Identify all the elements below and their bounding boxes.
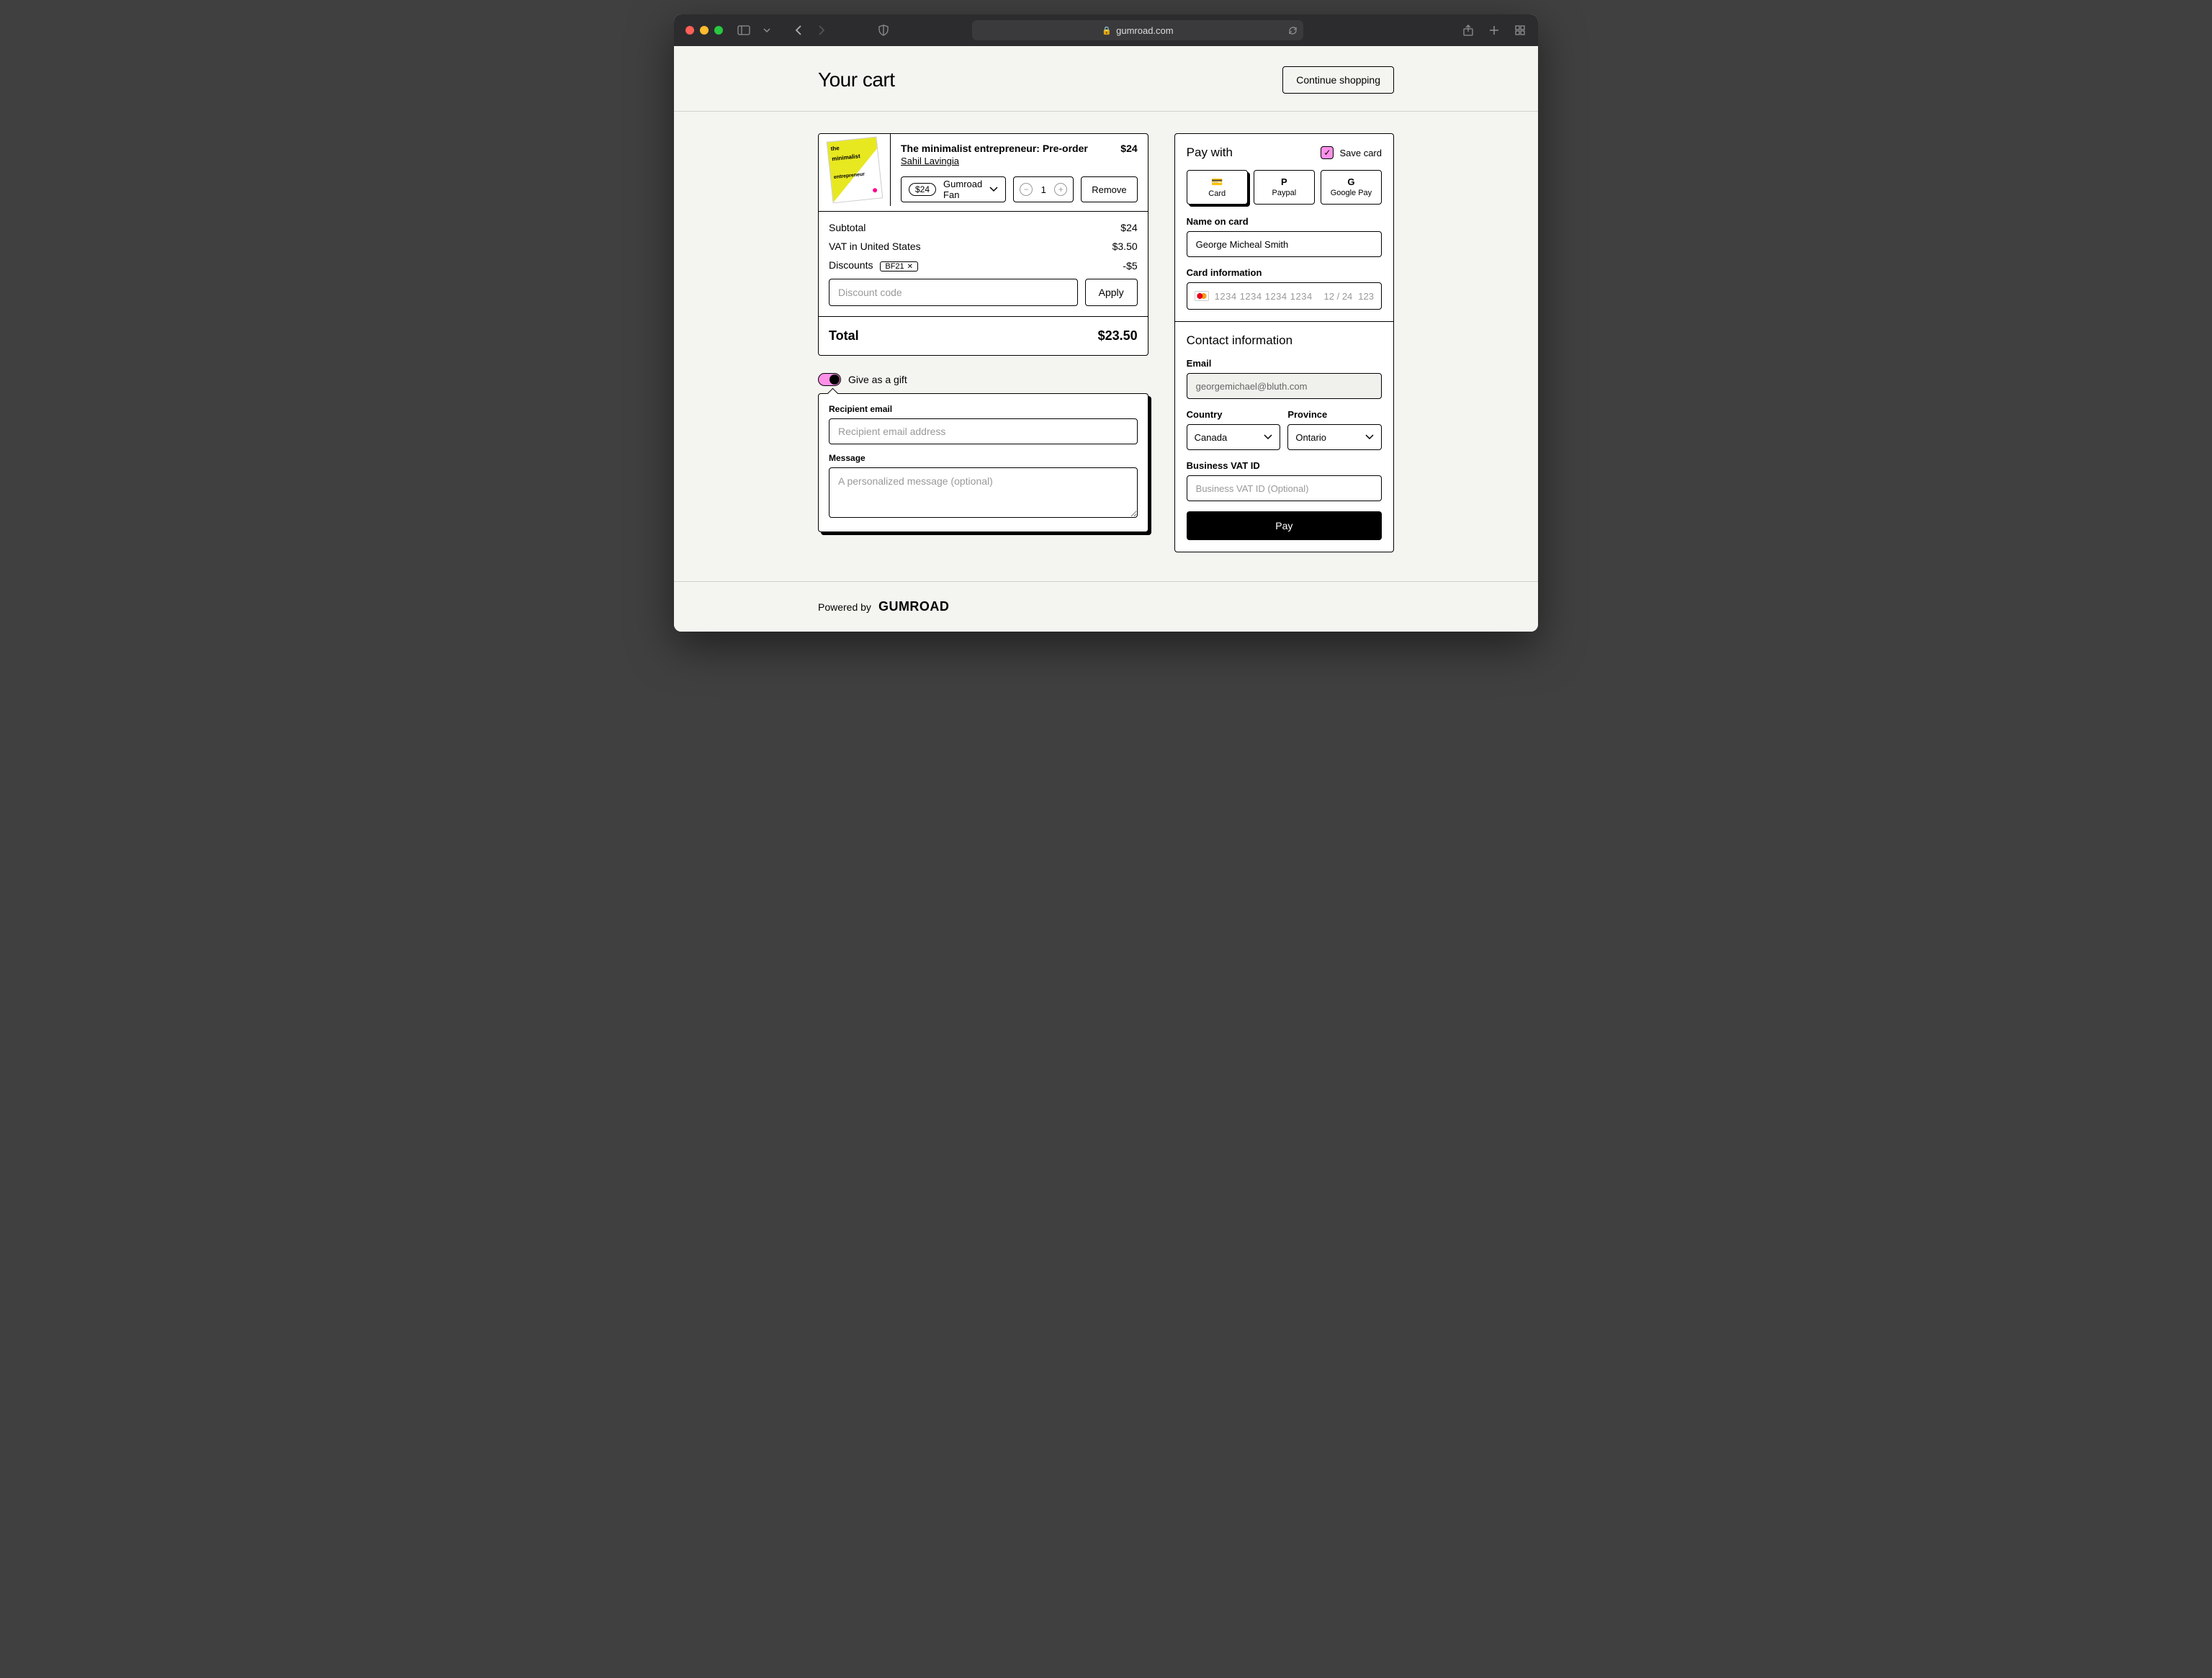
payment-method-google-pay[interactable]: G Google Pay	[1321, 170, 1382, 205]
page-title: Your cart	[818, 68, 895, 91]
cart-column: the minimalist entrepreneur The minimali…	[818, 133, 1148, 532]
traffic-lights	[685, 26, 723, 35]
country-label: Country	[1187, 409, 1281, 420]
card-number-row[interactable]: 1234 1234 1234 1234 12 / 24 123	[1187, 282, 1382, 310]
recipient-email-input[interactable]	[829, 418, 1138, 444]
cart-item: the minimalist entrepreneur The minimali…	[819, 134, 1148, 211]
name-on-card-label: Name on card	[1187, 216, 1382, 227]
payment-methods: 💳 Card P Paypal G Google Pay	[1187, 170, 1382, 205]
quantity-stepper: − 1 +	[1013, 176, 1074, 202]
country-select[interactable]: Canada	[1187, 424, 1281, 450]
apply-discount-button[interactable]: Apply	[1085, 279, 1138, 306]
subtotal-label: Subtotal	[829, 222, 866, 233]
close-window-button[interactable]	[685, 26, 694, 35]
pay-button[interactable]: Pay	[1187, 511, 1382, 540]
email-input[interactable]	[1187, 373, 1382, 399]
subtotal-value: $24	[1120, 222, 1137, 233]
titlebar: 🔒 gumroad.com	[674, 14, 1538, 46]
qty-minus-button[interactable]: −	[1020, 183, 1033, 196]
card-cvc: 123	[1358, 291, 1374, 302]
tabs-grid-icon[interactable]	[1514, 24, 1527, 37]
card-number: 1234 1234 1234 1234	[1215, 291, 1318, 302]
main-content: the minimalist entrepreneur The minimali…	[674, 112, 1538, 581]
checkout-card: Pay with ✓ Save card 💳 Card P	[1174, 133, 1394, 552]
remove-discount-icon[interactable]: ✕	[907, 263, 913, 271]
discount-value: -$5	[1123, 260, 1137, 272]
checkout-column: Pay with ✓ Save card 💳 Card P	[1174, 133, 1394, 552]
maximize-window-button[interactable]	[714, 26, 723, 35]
gift-message-label: Message	[829, 453, 1138, 463]
name-on-card-input[interactable]	[1187, 231, 1382, 257]
save-card-label: Save card	[1339, 148, 1382, 158]
totals-section: Subtotal $24 VAT in United States $3.50 …	[819, 211, 1148, 316]
share-icon[interactable]	[1462, 24, 1475, 37]
item-info: The minimalist entrepreneur: Pre-order $…	[891, 134, 1148, 211]
new-tab-icon[interactable]	[1488, 24, 1501, 37]
discount-tag: BF21 ✕	[880, 261, 918, 272]
privacy-shield-icon[interactable]	[877, 24, 890, 37]
gift-toggle[interactable]	[818, 373, 841, 386]
card-icon: 💳	[1190, 176, 1244, 188]
payment-method-paypal[interactable]: P Paypal	[1254, 170, 1315, 205]
lock-icon: 🔒	[1102, 26, 1112, 35]
url-bar[interactable]: 🔒 gumroad.com	[972, 20, 1303, 40]
save-card-checkbox[interactable]: ✓	[1321, 146, 1334, 159]
footer: Powered by GUMROAD	[674, 581, 1538, 632]
discount-code-input[interactable]	[829, 279, 1078, 306]
gift-message-input[interactable]	[829, 467, 1138, 518]
continue-shopping-button[interactable]: Continue shopping	[1282, 66, 1394, 94]
chevron-down-icon[interactable]	[760, 24, 773, 37]
total-value: $23.50	[1098, 328, 1138, 344]
vat-id-label: Business VAT ID	[1187, 460, 1382, 471]
province-select[interactable]: Ontario	[1287, 424, 1382, 450]
book-cover-icon: the minimalist entrepreneur	[826, 137, 883, 204]
mastercard-icon	[1195, 291, 1209, 301]
back-button[interactable]	[792, 24, 805, 37]
email-label: Email	[1187, 358, 1382, 369]
gumroad-logo: GUMROAD	[878, 599, 950, 614]
sidebar-icon[interactable]	[737, 24, 750, 37]
chevron-down-icon	[1365, 434, 1374, 440]
vat-id-input[interactable]	[1187, 475, 1382, 501]
gift-card: Recipient email Message	[818, 393, 1148, 532]
browser-window: 🔒 gumroad.com Your cart Continue shoppin…	[674, 14, 1538, 632]
contact-info-title: Contact information	[1187, 333, 1382, 348]
province-label: Province	[1287, 409, 1382, 420]
qty-value: 1	[1040, 184, 1047, 195]
product-name: The minimalist entrepreneur: Pre-order	[901, 143, 1088, 154]
discounts-label: Discounts BF21 ✕	[829, 259, 918, 272]
vat-label: VAT in United States	[829, 241, 921, 252]
pay-with-title: Pay with	[1187, 145, 1233, 160]
variant-price-pill: $24	[909, 183, 936, 196]
page-header: Your cart Continue shopping	[674, 46, 1538, 112]
total-row: Total $23.50	[819, 316, 1148, 355]
variant-name: Gumroad Fan	[943, 179, 982, 200]
google-icon: G	[1324, 176, 1378, 187]
product-price: $24	[1120, 143, 1137, 154]
forward-button[interactable]	[815, 24, 828, 37]
total-label: Total	[829, 328, 859, 344]
minimize-window-button[interactable]	[700, 26, 709, 35]
chevron-down-icon	[1264, 434, 1272, 440]
payment-method-card[interactable]: 💳 Card	[1187, 170, 1248, 205]
qty-plus-button[interactable]: +	[1054, 183, 1067, 196]
recipient-email-label: Recipient email	[829, 404, 1138, 414]
url-host: gumroad.com	[1116, 25, 1173, 36]
paypal-icon: P	[1257, 176, 1311, 187]
card-expiry: 12 / 24	[1324, 291, 1353, 302]
vat-value: $3.50	[1112, 241, 1138, 252]
remove-button[interactable]: Remove	[1081, 176, 1137, 202]
variant-select[interactable]: $24 Gumroad Fan	[901, 176, 1006, 202]
save-card-row: ✓ Save card	[1321, 146, 1382, 159]
product-author-link[interactable]: Sahil Lavingia	[901, 156, 959, 166]
chevron-down-icon	[989, 187, 998, 192]
gift-toggle-row: Give as a gift	[818, 373, 1148, 386]
cart-card: the minimalist entrepreneur The minimali…	[818, 133, 1148, 356]
card-info-label: Card information	[1187, 267, 1382, 278]
reload-icon[interactable]	[1288, 26, 1298, 35]
gift-toggle-label: Give as a gift	[848, 374, 907, 385]
powered-by-label: Powered by	[818, 601, 871, 613]
product-thumbnail: the minimalist entrepreneur	[819, 134, 891, 206]
